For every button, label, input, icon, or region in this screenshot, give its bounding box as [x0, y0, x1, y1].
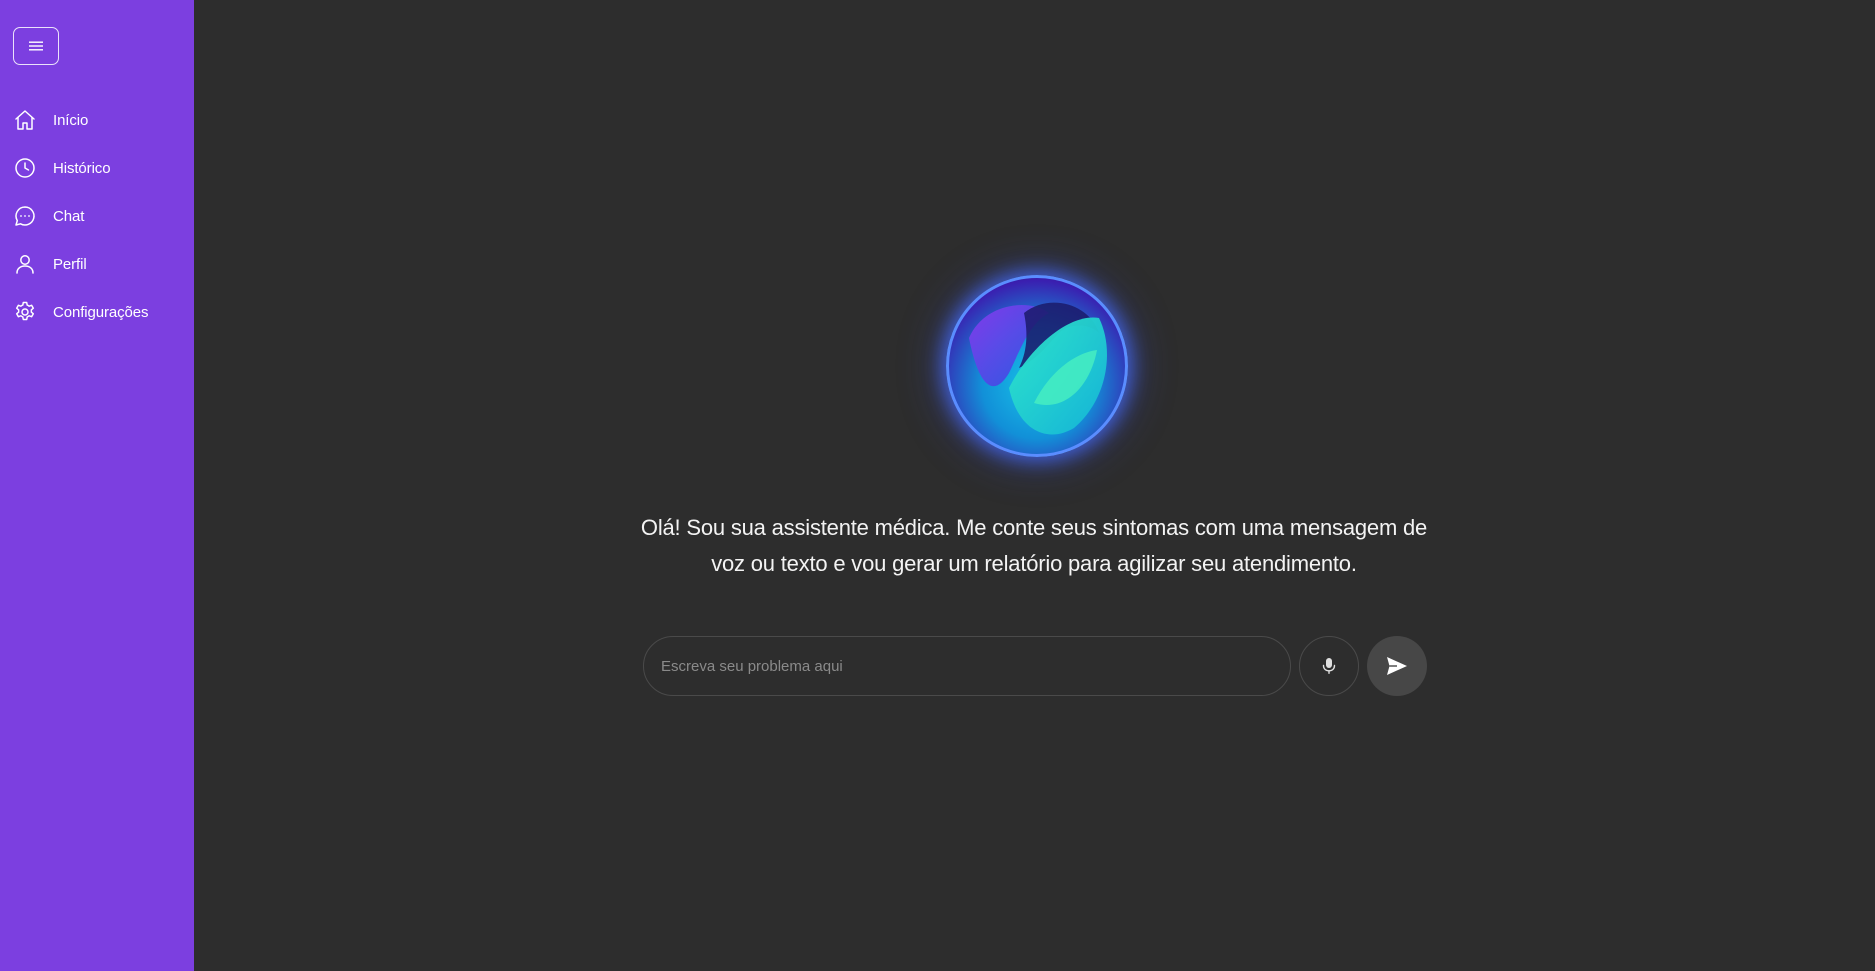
chat-bubble-icon	[13, 204, 37, 228]
sidebar-item-configuracoes[interactable]: Configurações	[0, 288, 194, 336]
main-content: Olá! Sou sua assistente médica. Me conte…	[194, 0, 1875, 971]
home-icon	[13, 108, 37, 132]
hamburger-menu-icon	[29, 41, 43, 51]
sidebar-item-label: Chat	[53, 207, 85, 225]
send-button[interactable]	[1367, 636, 1427, 696]
sidebar-item-historico[interactable]: Histórico	[0, 144, 194, 192]
sidebar-item-perfil[interactable]: Perfil	[0, 240, 194, 288]
sidebar-item-label: Início	[53, 111, 89, 129]
voice-record-button[interactable]	[1299, 636, 1359, 696]
menu-toggle-button[interactable]	[13, 27, 59, 65]
assistant-orb-logo	[946, 275, 1128, 457]
message-input-wrapper	[643, 636, 1291, 696]
user-icon	[13, 252, 37, 276]
sidebar-item-label: Configurações	[53, 303, 149, 321]
app-root: Início Histórico Chat Perfil Configuraçõ…	[0, 0, 1875, 971]
sidebar-item-label: Perfil	[53, 255, 87, 273]
sidebar-item-chat[interactable]: Chat	[0, 192, 194, 240]
sidebar: Início Histórico Chat Perfil Configuraçõ…	[0, 0, 194, 971]
sidebar-item-label: Histórico	[53, 159, 111, 177]
sidebar-item-inicio[interactable]: Início	[0, 96, 194, 144]
microphone-icon	[1322, 658, 1336, 674]
send-icon	[1387, 657, 1407, 675]
clock-icon	[13, 156, 37, 180]
sidebar-nav: Início Histórico Chat Perfil Configuraçõ…	[0, 96, 194, 336]
gear-icon	[13, 300, 37, 324]
message-composer	[643, 636, 1427, 696]
message-input[interactable]	[644, 637, 1290, 695]
assistant-greeting: Olá! Sou sua assistente médica. Me conte…	[640, 515, 1428, 576]
